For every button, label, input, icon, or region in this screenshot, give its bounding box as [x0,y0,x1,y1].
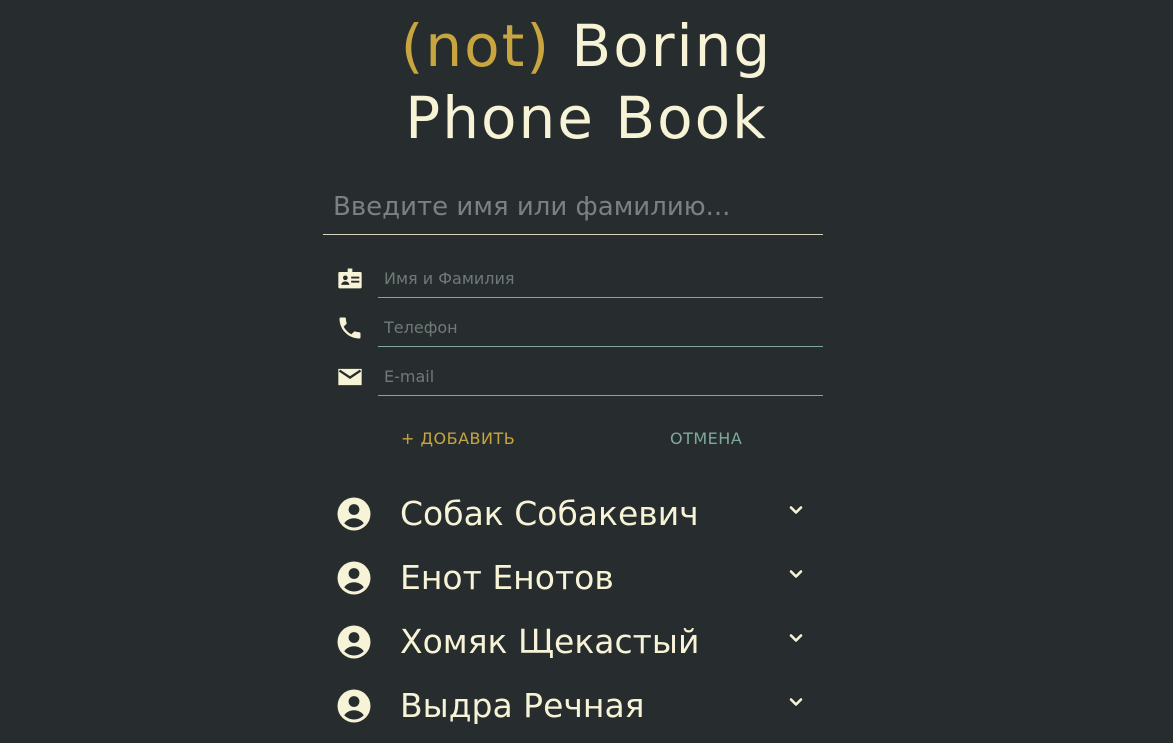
contact-item[interactable]: Енот Енотов [336,552,816,602]
phone-book-app: (not) Boring Phone Book + ДОБАВИТЬ ОТМЕН… [0,0,1173,743]
name-field-wrapper [378,261,823,298]
mail-icon [336,363,364,391]
email-field-row [336,359,823,396]
account-circle-icon [336,688,372,724]
search-bar [323,182,823,235]
add-contact-button[interactable]: + ДОБАВИТЬ [401,424,515,452]
contact-item[interactable]: Выдра Речная [336,680,816,730]
cancel-button[interactable]: ОТМЕНА [670,424,742,452]
email-field-wrapper [378,359,823,396]
phone-field-wrapper [378,310,823,347]
contact-name: Хомяк Щекастый [400,622,700,661]
phone-field-row [336,310,823,347]
chevron-down-icon[interactable] [784,626,808,650]
search-input[interactable] [323,182,823,232]
page-title-line2: Phone Book [405,84,768,152]
account-circle-icon [336,496,372,532]
name-field-row [336,261,823,298]
contact-name: Енот Енотов [400,558,614,597]
title-accent: (not) [400,12,551,80]
phone-input[interactable] [378,310,823,344]
chevron-down-icon[interactable] [784,498,808,522]
contact-name: Выдра Речная [400,686,645,725]
contact-item[interactable]: Хомяк Щекастый [336,616,816,666]
contact-name: Собак Собакевич [400,494,699,533]
chevron-down-icon[interactable] [784,562,808,586]
contact-item[interactable]: Собак Собакевич [336,488,816,538]
chevron-down-icon[interactable] [784,690,808,714]
contact-card-icon [336,265,364,293]
phone-icon [336,314,364,342]
email-input[interactable] [378,359,823,393]
page-title-line1: (not) Boring [0,10,1173,82]
name-input[interactable] [378,261,823,295]
title-rest: Boring [551,12,773,80]
account-circle-icon [336,560,372,596]
account-circle-icon [336,624,372,660]
